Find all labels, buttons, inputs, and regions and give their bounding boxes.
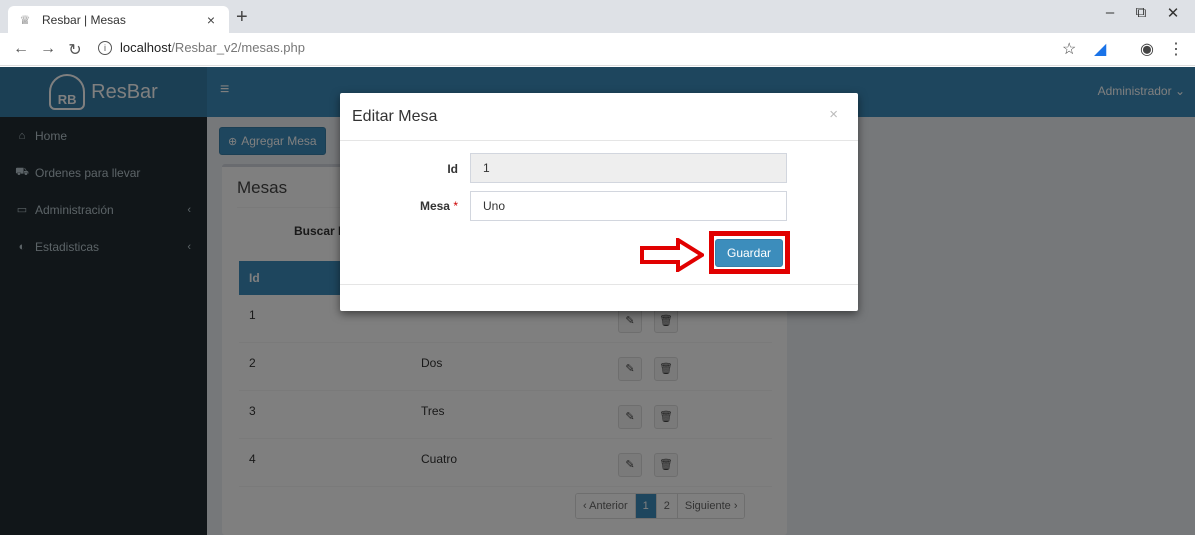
url-path: /Resbar_v2/mesas.php [171, 40, 305, 55]
menu-dots-icon[interactable]: ⋮ [1168, 39, 1184, 59]
chef-hat-icon: ♕ [19, 12, 31, 27]
back-icon[interactable]: ← [10, 40, 32, 58]
divider [340, 284, 858, 285]
tab-title: Resbar | Mesas [42, 12, 126, 27]
tab-close-icon[interactable]: × [203, 12, 219, 28]
browser-toolbar: ← → ↻ i localhost/Resbar_v2/mesas.php ☆ … [0, 33, 1195, 66]
extension-icon[interactable]: ◢ [1094, 39, 1106, 59]
restore-icon[interactable]: ⧉ [1131, 4, 1151, 21]
required-mark: * [453, 199, 458, 213]
close-icon[interactable]: × [829, 106, 838, 123]
forward-icon[interactable]: → [37, 40, 59, 58]
id-label: Id [358, 162, 458, 176]
window-close-icon[interactable]: ✕ [1163, 4, 1183, 22]
url-host: localhost [120, 40, 172, 55]
save-button[interactable]: Guardar [715, 239, 783, 267]
star-icon[interactable]: ☆ [1062, 39, 1076, 59]
info-icon[interactable]: i [98, 40, 112, 55]
divider [340, 140, 858, 141]
address-bar[interactable]: i localhost/Resbar_v2/mesas.php [98, 40, 305, 55]
arrow-annotation [640, 238, 704, 272]
profile-icon[interactable]: ◉ [1140, 39, 1154, 59]
browser-tab[interactable]: ♕ Resbar | Mesas × [8, 6, 229, 33]
browser-tabstrip: ♕ Resbar | Mesas × + – ⧉ ✕ [0, 0, 1195, 33]
edit-mesa-modal: Editar Mesa × Id Mesa * Guardar [340, 93, 858, 311]
modal-title: Editar Mesa [352, 108, 438, 125]
reload-icon[interactable]: ↻ [64, 40, 86, 60]
id-field[interactable] [470, 153, 787, 183]
mesa-label-text: Mesa [419, 199, 450, 213]
id-label-text: Id [447, 162, 458, 176]
new-tab-icon[interactable]: + [236, 7, 248, 27]
minimize-icon[interactable]: – [1100, 4, 1120, 21]
mesa-label: Mesa * [358, 199, 458, 213]
mesa-field[interactable] [470, 191, 787, 221]
